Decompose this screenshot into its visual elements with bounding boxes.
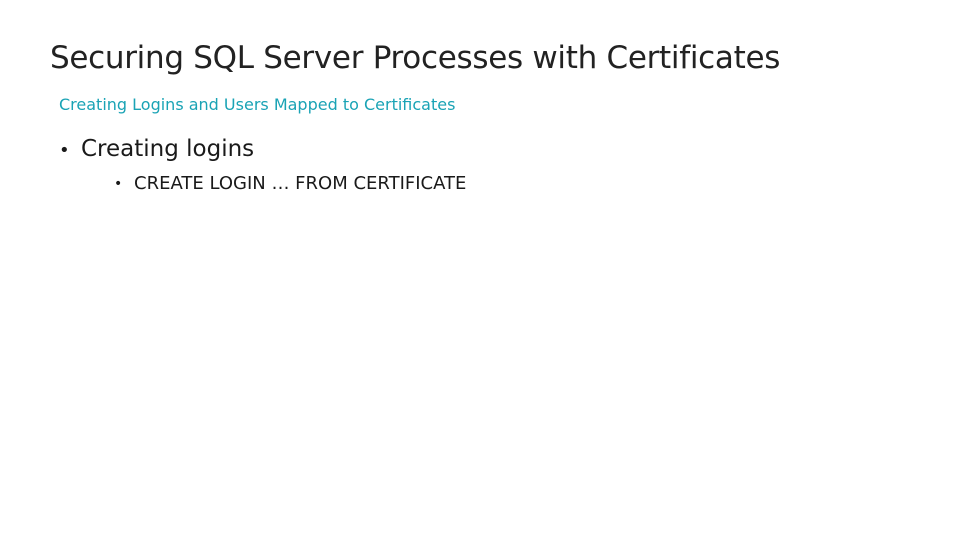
- slide: Securing SQL Server Processes with Certi…: [0, 0, 960, 540]
- bullet-item-creating-logins: • Creating logins: [59, 136, 359, 166]
- bullet-item-create-login: • CREATE LOGIN … FROM CERTIFICATE: [114, 173, 574, 199]
- slide-subtitle: Creating Logins and Users Mapped to Cert…: [59, 95, 456, 114]
- slide-title: Securing SQL Server Processes with Certi…: [50, 40, 781, 76]
- bullet-text: CREATE LOGIN … FROM CERTIFICATE: [134, 173, 467, 194]
- bullet-dot-icon: •: [59, 140, 70, 161]
- bullet-text: Creating logins: [81, 136, 255, 162]
- bullet-dot-icon: •: [114, 176, 123, 192]
